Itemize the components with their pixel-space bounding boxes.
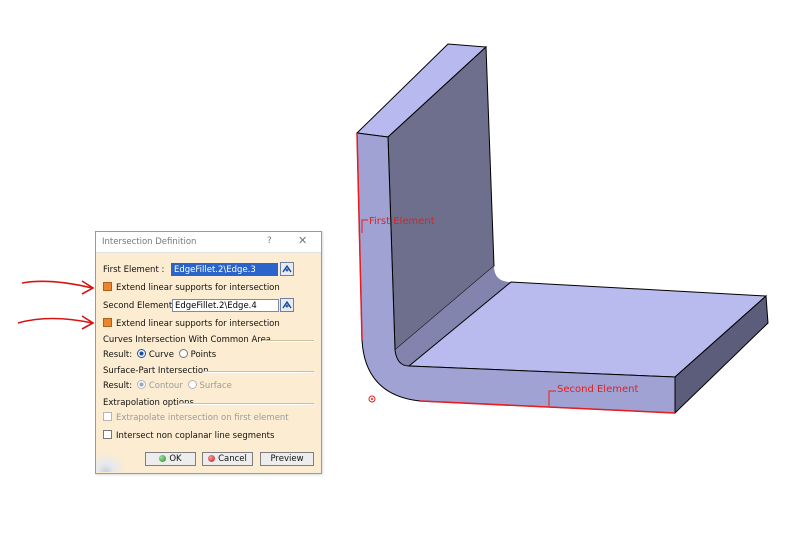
curve-radio[interactable]: [136, 349, 146, 358]
contour-radio[interactable]: [136, 380, 146, 389]
contour-option-label[interactable]: Contour: [149, 381, 183, 391]
extend-second-row[interactable]: Extend linear supports for intersection: [103, 317, 280, 331]
extend-first-row[interactable]: Extend linear supports for intersection: [103, 281, 280, 295]
points-option-label[interactable]: Points: [191, 350, 217, 360]
ok-icon: [159, 455, 167, 462]
points-radio[interactable]: [178, 349, 188, 358]
extend-second-checkbox[interactable]: [103, 318, 112, 327]
app-logo: [96, 450, 126, 472]
extend-first-label: Extend linear supports for intersection: [116, 283, 280, 293]
preview-button[interactable]: Preview: [260, 452, 314, 466]
extrapolation-section-divider: [179, 403, 314, 405]
second-element-picker-icon[interactable]: [280, 298, 294, 312]
cancel-label: Cancel: [218, 454, 247, 464]
surface-option-label[interactable]: Surface: [200, 381, 232, 391]
curve-option-label[interactable]: Curve: [149, 350, 174, 360]
second-element-field[interactable]: EdgeFillet.2\Edge.4: [172, 299, 279, 312]
coplanar-label: Intersect non coplanar line segments: [116, 431, 275, 441]
dialog-titlebar[interactable]: Intersection Definition ? ✕: [96, 232, 321, 253]
first-element-picker-icon[interactable]: [280, 262, 294, 276]
annotation-arrow-icon: [17, 317, 93, 324]
first-element-label: First Element :: [103, 265, 165, 275]
target-marker-dot: [371, 398, 373, 400]
curves-section-divider: [262, 340, 314, 342]
curves-result-row: Result: Curve Points: [103, 348, 216, 362]
surface-radio[interactable]: [187, 380, 197, 389]
extend-first-checkbox[interactable]: [103, 282, 112, 291]
coplanar-row[interactable]: Intersect non coplanar line segments: [103, 429, 274, 443]
extrapolate-row[interactable]: Extrapolate intersection on first elemen…: [103, 411, 289, 425]
ok-button[interactable]: OK: [145, 452, 196, 466]
second-element-label: Second Element: [557, 384, 638, 395]
second-element-label: Second Element :: [103, 301, 178, 311]
intersection-definition-dialog: Intersection Definition ? ✕ First Elemen…: [95, 231, 322, 474]
annotation-arrow-icon: [21, 280, 93, 289]
extend-second-label: Extend linear supports for intersection: [116, 319, 280, 329]
coplanar-checkbox[interactable]: [103, 430, 112, 439]
extrapolate-checkbox[interactable]: [103, 412, 112, 421]
cancel-icon: [208, 455, 216, 462]
first-element-label: First Element: [369, 216, 435, 227]
curves-section-title: Curves Intersection With Common Area: [103, 335, 272, 345]
close-button[interactable]: ✕: [298, 234, 307, 247]
cancel-button[interactable]: Cancel: [202, 452, 253, 466]
ok-label: OK: [169, 454, 182, 464]
curves-result-label: Result:: [103, 350, 133, 360]
surface-result-label: Result:: [103, 381, 133, 391]
surface-section-title: Surface-Part Intersection: [103, 366, 209, 376]
surface-result-row: Result: Contour Surface: [103, 379, 232, 393]
dialog-title: Intersection Definition: [102, 237, 197, 247]
extrapolate-label: Extrapolate intersection on first elemen…: [116, 413, 289, 423]
first-element-field[interactable]: EdgeFillet.2\Edge.3: [171, 263, 278, 276]
surface-section-divider: [204, 371, 314, 373]
help-button[interactable]: ?: [267, 236, 272, 246]
